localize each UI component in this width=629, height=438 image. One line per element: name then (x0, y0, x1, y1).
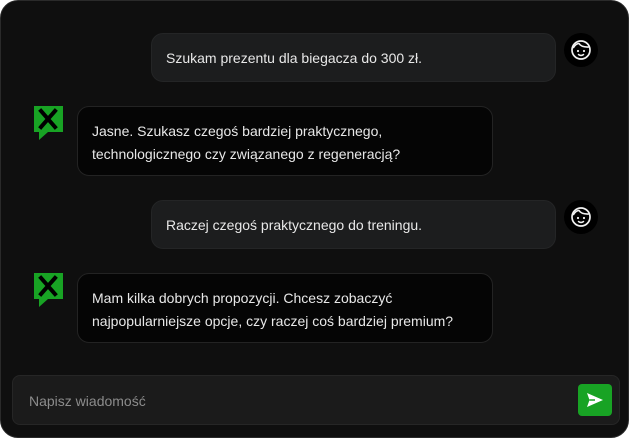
face-icon (571, 207, 591, 227)
user-avatar (564, 200, 598, 234)
assistant-message: Mam kilka dobrych propozycji. Chcesz zob… (77, 273, 493, 343)
message-text: Mam kilka dobrych propozycji. Chcesz zob… (92, 290, 454, 329)
message-input[interactable] (27, 376, 571, 426)
send-button[interactable] (578, 384, 612, 416)
user-avatar (564, 33, 598, 67)
user-message: Raczej czegoś praktycznego do treningu. (151, 200, 556, 249)
message-text: Szukam prezentu dla biegacza do 300 zł. (166, 50, 423, 66)
brand-logo-icon (34, 273, 63, 307)
message-composer (12, 375, 620, 426)
message-text: Jasne. Szukasz czegoś bardziej praktyczn… (92, 123, 401, 162)
assistant-message: Jasne. Szukasz czegoś bardziej praktyczn… (77, 106, 493, 176)
brand-logo-icon (34, 106, 63, 140)
send-icon (587, 393, 603, 407)
chat-window: Szukam prezentu dla biegacza do 300 zł. … (0, 0, 629, 438)
message-text: Raczej czegoś praktycznego do treningu. (166, 217, 423, 233)
face-icon (571, 40, 591, 60)
user-message: Szukam prezentu dla biegacza do 300 zł. (151, 33, 556, 82)
